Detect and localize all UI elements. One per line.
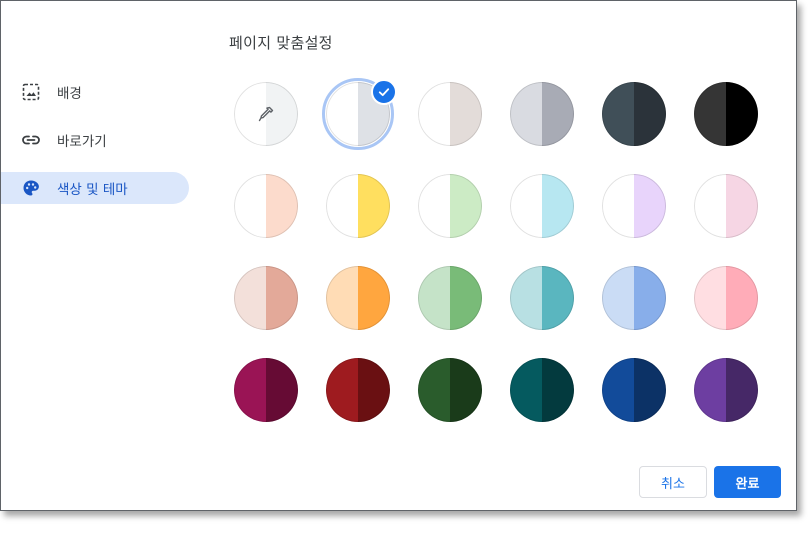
sidebar: 배경 바로가기 색상 및 테마 xyxy=(1,76,191,220)
theme-swatch[interactable] xyxy=(418,358,482,422)
swatch-border xyxy=(602,174,666,238)
theme-swatch[interactable] xyxy=(510,174,574,238)
done-button[interactable]: 완료 xyxy=(714,466,781,498)
swatch-border xyxy=(326,266,390,330)
theme-swatch[interactable] xyxy=(418,82,482,146)
swatch-border xyxy=(510,266,574,330)
cancel-button[interactable]: 취소 xyxy=(639,466,707,498)
swatch-border xyxy=(510,358,574,422)
palette-icon xyxy=(21,178,41,198)
customize-dialog: 페이지 맞춤설정 배경 바로가기 색상 및 테마 취소 완료 xyxy=(0,0,797,511)
theme-swatch[interactable] xyxy=(602,174,666,238)
theme-swatch[interactable] xyxy=(694,266,758,330)
sidebar-item-label: 배경 xyxy=(57,86,82,102)
swatch-border xyxy=(694,266,758,330)
sidebar-item-label: 바로가기 xyxy=(57,134,107,150)
sidebar-item-colors-themes[interactable]: 색상 및 테마 xyxy=(1,172,189,204)
swatch-border xyxy=(234,174,298,238)
dialog-title: 페이지 맞춤설정 xyxy=(229,34,333,52)
theme-swatch[interactable] xyxy=(510,82,574,146)
theme-swatch[interactable] xyxy=(234,266,298,330)
theme-swatch[interactable] xyxy=(694,174,758,238)
swatch-border xyxy=(602,266,666,330)
theme-swatch[interactable] xyxy=(418,174,482,238)
swatch-border xyxy=(694,174,758,238)
theme-swatch[interactable] xyxy=(418,266,482,330)
theme-swatch[interactable] xyxy=(234,358,298,422)
theme-swatch[interactable] xyxy=(694,82,758,146)
theme-swatch[interactable] xyxy=(602,266,666,330)
swatch-border xyxy=(602,358,666,422)
eyedropper-icon xyxy=(256,104,276,124)
swatch-border xyxy=(234,266,298,330)
swatch-border xyxy=(694,358,758,422)
swatch-border xyxy=(234,358,298,422)
custom-color-swatch[interactable] xyxy=(234,82,298,146)
swatch-border xyxy=(418,358,482,422)
theme-swatch[interactable] xyxy=(326,174,390,238)
theme-swatch[interactable] xyxy=(602,82,666,146)
theme-swatch[interactable] xyxy=(510,358,574,422)
sidebar-item-label: 색상 및 테마 xyxy=(57,182,128,198)
theme-swatch[interactable] xyxy=(234,174,298,238)
swatch-border xyxy=(510,174,574,238)
swatch-border xyxy=(510,82,574,146)
theme-swatch[interactable] xyxy=(694,358,758,422)
swatch-border xyxy=(418,174,482,238)
swatch-border xyxy=(326,174,390,238)
image-icon xyxy=(21,82,41,102)
swatch-border xyxy=(326,358,390,422)
sidebar-item-background[interactable]: 배경 xyxy=(1,76,191,108)
swatch-border xyxy=(694,82,758,146)
swatch-border xyxy=(602,82,666,146)
theme-swatch[interactable] xyxy=(602,358,666,422)
theme-swatch[interactable] xyxy=(326,358,390,422)
theme-swatch[interactable] xyxy=(326,266,390,330)
swatch-border xyxy=(418,82,482,146)
swatch-border xyxy=(418,266,482,330)
checkmark-icon xyxy=(371,79,397,105)
theme-swatch[interactable] xyxy=(510,266,574,330)
link-icon xyxy=(21,130,41,150)
sidebar-item-shortcuts[interactable]: 바로가기 xyxy=(1,124,191,156)
